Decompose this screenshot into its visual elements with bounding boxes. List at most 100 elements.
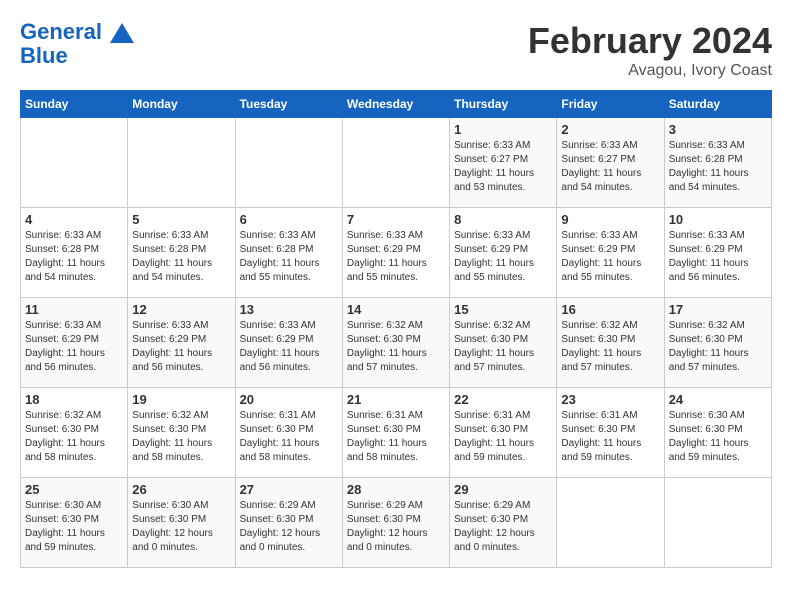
calendar-cell: 17 Sunrise: 6:32 AMSunset: 6:30 PMDayligh… (664, 298, 771, 388)
day-info: Sunrise: 6:31 AMSunset: 6:30 PMDaylight:… (561, 409, 659, 465)
day-number: 22 (454, 392, 552, 407)
day-info: Sunrise: 6:30 AMSunset: 6:30 PMDaylight:… (669, 409, 767, 465)
calendar-week-row: 18 Sunrise: 6:32 AMSunset: 6:30 PMDayligh… (21, 388, 772, 478)
location-subtitle: Avagou, Ivory Coast (528, 62, 772, 80)
day-number: 17 (669, 302, 767, 317)
day-number: 18 (25, 392, 123, 407)
day-info: Sunrise: 6:31 AMSunset: 6:30 PMDaylight:… (240, 409, 338, 465)
day-number: 19 (132, 392, 230, 407)
day-info: Sunrise: 6:33 AMSunset: 6:29 PMDaylight:… (132, 319, 230, 375)
day-number: 4 (25, 212, 123, 227)
day-info: Sunrise: 6:33 AMSunset: 6:29 PMDaylight:… (561, 229, 659, 285)
day-number: 26 (132, 482, 230, 497)
day-of-week-header: Monday (128, 91, 235, 118)
day-info: Sunrise: 6:31 AMSunset: 6:30 PMDaylight:… (347, 409, 445, 465)
day-info: Sunrise: 6:33 AMSunset: 6:29 PMDaylight:… (669, 229, 767, 285)
calendar-body: 1 Sunrise: 6:33 AMSunset: 6:27 PMDaylight… (21, 118, 772, 568)
day-info: Sunrise: 6:33 AMSunset: 6:27 PMDaylight:… (454, 139, 552, 195)
day-number: 24 (669, 392, 767, 407)
day-number: 23 (561, 392, 659, 407)
day-number: 1 (454, 122, 552, 137)
logo: General Blue (20, 20, 134, 68)
day-of-week-header: Wednesday (342, 91, 449, 118)
calendar-week-row: 25 Sunrise: 6:30 AMSunset: 6:30 PMDayligh… (21, 478, 772, 568)
day-info: Sunrise: 6:32 AMSunset: 6:30 PMDaylight:… (669, 319, 767, 375)
calendar-cell: 20 Sunrise: 6:31 AMSunset: 6:30 PMDayligh… (235, 388, 342, 478)
calendar-cell: 28 Sunrise: 6:29 AMSunset: 6:30 PMDayligh… (342, 478, 449, 568)
day-info: Sunrise: 6:32 AMSunset: 6:30 PMDaylight:… (561, 319, 659, 375)
day-info: Sunrise: 6:33 AMSunset: 6:28 PMDaylight:… (669, 139, 767, 195)
month-year-title: February 2024 (528, 20, 772, 62)
day-info: Sunrise: 6:29 AMSunset: 6:30 PMDaylight:… (454, 499, 552, 555)
day-info: Sunrise: 6:33 AMSunset: 6:29 PMDaylight:… (454, 229, 552, 285)
calendar-cell: 2Sunrise: 6:33 AMSunset: 6:27 PMDaylight… (557, 118, 664, 208)
day-number: 12 (132, 302, 230, 317)
day-number: 27 (240, 482, 338, 497)
day-number: 28 (347, 482, 445, 497)
calendar-cell: 6 Sunrise: 6:33 AMSunset: 6:28 PMDaylight… (235, 208, 342, 298)
day-info: Sunrise: 6:29 AMSunset: 6:30 PMDaylight:… (240, 499, 338, 555)
day-number: 20 (240, 392, 338, 407)
day-number: 25 (25, 482, 123, 497)
calendar-table: SundayMondayTuesdayWednesdayThursdayFrid… (20, 90, 772, 568)
calendar-cell: 1 Sunrise: 6:33 AMSunset: 6:27 PMDaylight… (450, 118, 557, 208)
calendar-cell: 7 Sunrise: 6:33 AMSunset: 6:29 PMDaylight… (342, 208, 449, 298)
day-number: 6 (240, 212, 338, 227)
day-info: Sunrise: 6:30 AMSunset: 6:30 PMDaylight:… (25, 499, 123, 555)
calendar-cell: 26Sunrise: 6:30 AMSunset: 6:30 PMDayligh… (128, 478, 235, 568)
day-number: 3 (669, 122, 767, 137)
day-number: 2 (561, 122, 659, 137)
day-info: Sunrise: 6:33 AMSunset: 6:29 PMDaylight:… (25, 319, 123, 375)
calendar-cell (342, 118, 449, 208)
day-info: Sunrise: 6:32 AMSunset: 6:30 PMDaylight:… (132, 409, 230, 465)
calendar-week-row: 11 Sunrise: 6:33 AMSunset: 6:29 PMDayligh… (21, 298, 772, 388)
day-info: Sunrise: 6:31 AMSunset: 6:30 PMDaylight:… (454, 409, 552, 465)
calendar-header: SundayMondayTuesdayWednesdayThursdayFrid… (21, 91, 772, 118)
calendar-cell (21, 118, 128, 208)
day-info: Sunrise: 6:32 AMSunset: 6:30 PMDaylight:… (347, 319, 445, 375)
day-of-week-header: Saturday (664, 91, 771, 118)
calendar-cell (128, 118, 235, 208)
calendar-cell: 10Sunrise: 6:33 AMSunset: 6:29 PMDayligh… (664, 208, 771, 298)
calendar-week-row: 1 Sunrise: 6:33 AMSunset: 6:27 PMDaylight… (21, 118, 772, 208)
day-info: Sunrise: 6:33 AMSunset: 6:28 PMDaylight:… (240, 229, 338, 285)
title-block: February 2024 Avagou, Ivory Coast (528, 20, 772, 80)
day-number: 11 (25, 302, 123, 317)
calendar-cell: 16 Sunrise: 6:32 AMSunset: 6:30 PMDayligh… (557, 298, 664, 388)
day-info: Sunrise: 6:32 AMSunset: 6:30 PMDaylight:… (454, 319, 552, 375)
day-of-week-header: Sunday (21, 91, 128, 118)
header-row: SundayMondayTuesdayWednesdayThursdayFrid… (21, 91, 772, 118)
calendar-cell: 19 Sunrise: 6:32 AMSunset: 6:30 PMDayligh… (128, 388, 235, 478)
calendar-week-row: 4 Sunrise: 6:33 AMSunset: 6:28 PMDaylight… (21, 208, 772, 298)
calendar-cell (557, 478, 664, 568)
calendar-cell: 24 Sunrise: 6:30 AMSunset: 6:30 PMDayligh… (664, 388, 771, 478)
day-number: 8 (454, 212, 552, 227)
calendar-cell: 4Sunrise: 6:33 AMSunset: 6:28 PMDaylight… (21, 208, 128, 298)
calendar-cell: 3 Sunrise: 6:33 AMSunset: 6:28 PMDaylight… (664, 118, 771, 208)
day-number: 7 (347, 212, 445, 227)
calendar-cell: 15 Sunrise: 6:32 AMSunset: 6:30 PMDayligh… (450, 298, 557, 388)
day-info: Sunrise: 6:33 AMSunset: 6:29 PMDaylight:… (347, 229, 445, 285)
logo-text: General (20, 20, 134, 44)
calendar-cell: 9 Sunrise: 6:33 AMSunset: 6:29 PMDaylight… (557, 208, 664, 298)
day-number: 5 (132, 212, 230, 227)
day-number: 21 (347, 392, 445, 407)
day-number: 9 (561, 212, 659, 227)
calendar-cell: 11 Sunrise: 6:33 AMSunset: 6:29 PMDayligh… (21, 298, 128, 388)
calendar-cell: 18 Sunrise: 6:32 AMSunset: 6:30 PMDayligh… (21, 388, 128, 478)
calendar-cell: 5 Sunrise: 6:33 AMSunset: 6:28 PMDaylight… (128, 208, 235, 298)
day-number: 14 (347, 302, 445, 317)
calendar-cell: 27 Sunrise: 6:29 AMSunset: 6:30 PMDayligh… (235, 478, 342, 568)
day-info: Sunrise: 6:33 AMSunset: 6:28 PMDaylight:… (132, 229, 230, 285)
day-number: 29 (454, 482, 552, 497)
calendar-cell: 22 Sunrise: 6:31 AMSunset: 6:30 PMDayligh… (450, 388, 557, 478)
day-info: Sunrise: 6:33 AMSunset: 6:29 PMDaylight:… (240, 319, 338, 375)
day-number: 15 (454, 302, 552, 317)
calendar-cell (664, 478, 771, 568)
calendar-cell: 21 Sunrise: 6:31 AMSunset: 6:30 PMDayligh… (342, 388, 449, 478)
day-of-week-header: Friday (557, 91, 664, 118)
calendar-cell: 29 Sunrise: 6:29 AMSunset: 6:30 PMDayligh… (450, 478, 557, 568)
day-number: 16 (561, 302, 659, 317)
day-info: Sunrise: 6:29 AMSunset: 6:30 PMDaylight:… (347, 499, 445, 555)
day-info: Sunrise: 6:32 AMSunset: 6:30 PMDaylight:… (25, 409, 123, 465)
